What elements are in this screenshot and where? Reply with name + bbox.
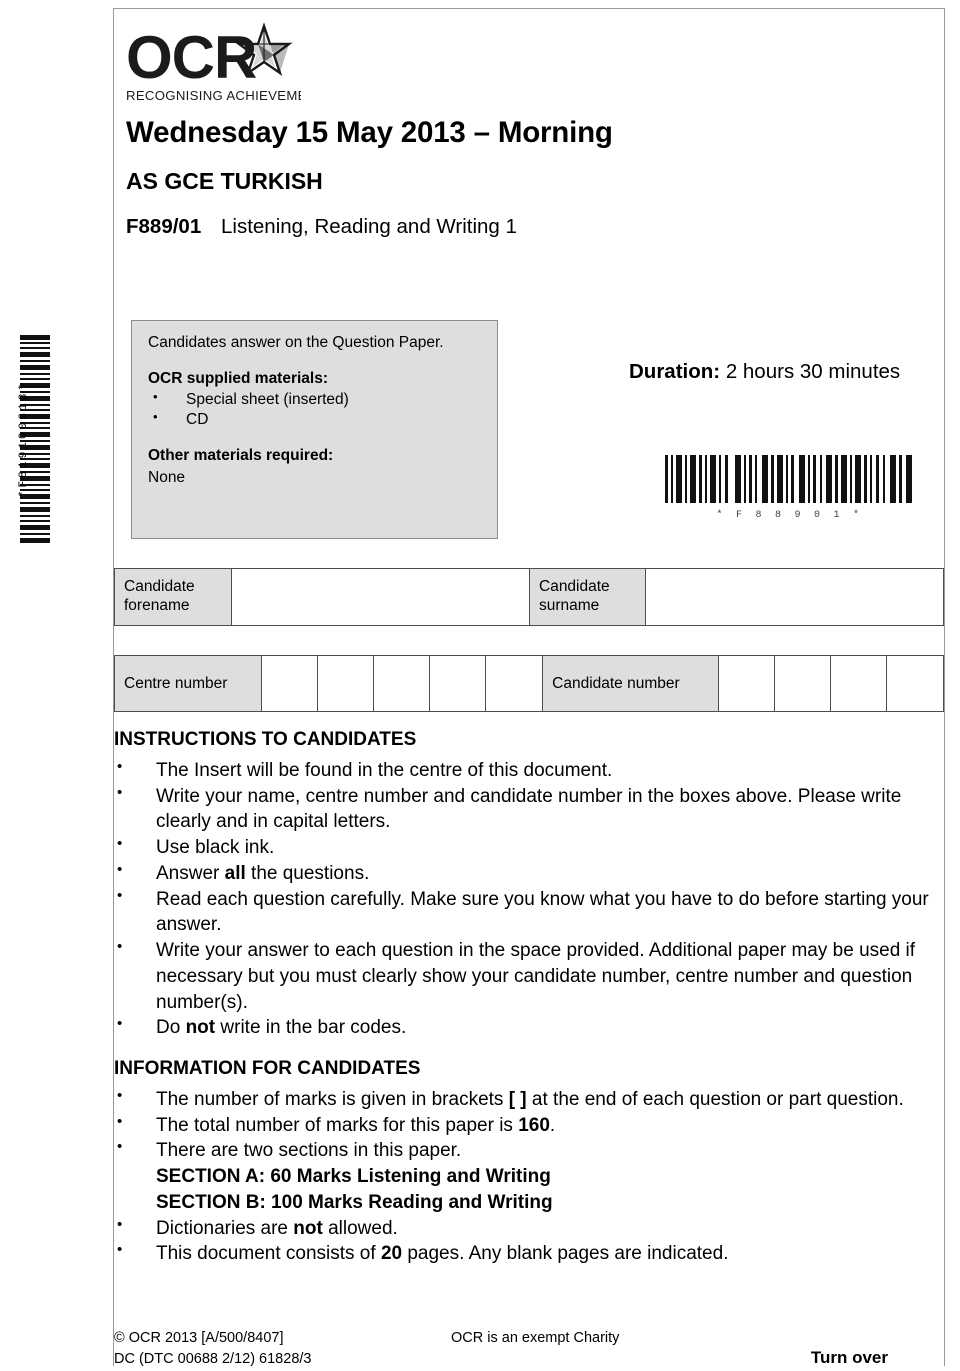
barcode-note-b: write in the bar codes.	[215, 1017, 407, 1039]
centre-number-label: Centre number	[115, 656, 263, 711]
vertical-barcode: *F819100613*	[4, 333, 50, 545]
candidate-surname-input[interactable]	[646, 569, 943, 625]
ocr-wordmark: OCR	[126, 24, 257, 91]
marks-brackets: [ ]	[508, 1089, 527, 1110]
candidate-forename-input[interactable]	[232, 569, 529, 625]
list-item: Do not write in the bar codes.	[114, 1014, 946, 1041]
list-item: The Insert will be found in the centre o…	[114, 757, 946, 784]
list-item: This document consists of 20 pages. Any …	[114, 1240, 946, 1267]
title-block: Wednesday 15 May 2013 – Morning AS GCE T…	[126, 116, 926, 239]
centre-number-digit[interactable]	[318, 656, 375, 711]
answer-on-paper-note: Candidates answer on the Question Paper.	[148, 334, 444, 351]
information-list: The number of marks is given in brackets…	[114, 1086, 946, 1267]
materials-box: Candidates answer on the Question Paper.…	[131, 320, 498, 539]
unit-title: Listening, Reading and Writing 1	[221, 214, 517, 238]
centre-number-cells	[262, 656, 543, 711]
list-item: Special sheet (inserted)	[148, 389, 483, 410]
qualification-title: AS GCE TURKISH	[126, 167, 323, 194]
list-item: The number of marks is given in brackets…	[114, 1086, 946, 1113]
section-b-line: SECTION B: 100 Marks Reading and Writing	[156, 1191, 553, 1213]
centre-number-digit[interactable]	[262, 656, 319, 711]
information-section: INFORMATION FOR CANDIDATES The number of…	[114, 1058, 946, 1267]
turn-over-label: Turn over	[810, 1348, 888, 1367]
document-code-line: DC (DTC 00688 2/12) 61828/3	[114, 1351, 312, 1368]
list-item: Write your answer to each question in th…	[114, 937, 946, 1015]
candidate-number-digit[interactable]	[775, 656, 831, 711]
list-item: Answer all the questions.	[114, 860, 946, 887]
candidate-number-digit[interactable]	[887, 656, 943, 711]
unit-code: F889/01	[126, 214, 202, 238]
section-a-line: SECTION A: 60 Marks Listening and Writin…	[156, 1166, 551, 1188]
candidate-number-label: Candidate number	[542, 656, 719, 711]
candidate-surname-label: Candidate surname	[529, 569, 646, 625]
two-sections-text: There are two sections in this paper.	[156, 1140, 462, 1162]
information-heading: INFORMATION FOR CANDIDATES	[114, 1058, 421, 1079]
vertical-barcode-text: *F819100613*	[18, 380, 30, 498]
instructions-heading: INSTRUCTIONS TO CANDIDATES	[114, 729, 417, 750]
exam-date: Wednesday 15 May 2013 – Morning	[126, 116, 613, 149]
forename-label-line2: forename	[124, 597, 190, 614]
duration-label: Duration:	[629, 360, 721, 383]
duration-value: 2 hours 30 minutes	[725, 360, 901, 383]
ocr-tagline: RECOGNISING ACHIEVEMENT	[126, 88, 301, 103]
page-count-value: 20	[380, 1243, 403, 1265]
candidate-number-row: Centre number Candidate number	[114, 655, 944, 712]
horizontal-barcode: *F88901*	[663, 455, 916, 521]
centre-number-digit[interactable]	[430, 656, 487, 711]
candidate-name-row: Candidate forename Candidate surname	[114, 568, 944, 626]
list-item: Write your name, centre number and candi…	[114, 783, 946, 835]
duration-line: Duration: 2 hours 30 minutes	[629, 360, 900, 384]
answer-all-text-a: Answer	[156, 862, 225, 884]
list-item: There are two sections in this paper. SE…	[114, 1137, 946, 1215]
instructions-list: The Insert will be found in the centre o…	[114, 757, 946, 1041]
centre-number-digit[interactable]	[486, 656, 543, 711]
total-marks-value: 160	[518, 1114, 550, 1136]
supplied-materials-heading: OCR supplied materials:	[148, 370, 329, 388]
candidate-number-cells	[719, 656, 943, 711]
charity-note: OCR is an exempt Charity	[451, 1330, 620, 1346]
candidate-number-digit[interactable]	[831, 656, 887, 711]
list-item: CD	[148, 409, 483, 430]
candidate-number-digit[interactable]	[719, 656, 775, 711]
list-item: Dictionaries are not allowed.	[114, 1215, 946, 1242]
surname-label-line1: Candidate	[539, 578, 610, 596]
other-materials-heading: Other materials required:	[148, 447, 334, 465]
horizontal-barcode-text: *F88901*	[716, 510, 873, 521]
answer-all-emphasis: all	[224, 862, 246, 884]
ocr-logo: OCR RECOGNISING ACHIEVEMENT	[126, 22, 301, 107]
barcode-note-a: Do	[156, 1017, 186, 1039]
footer-left: © OCR 2013 [A/500/8407] DC (DTC 00688 2/…	[114, 1328, 311, 1370]
barcode-note-emphasis: not	[185, 1017, 216, 1039]
horizontal-barcode-lines	[663, 455, 916, 503]
ocr-logo-graphic: OCR RECOGNISING ACHIEVEMENT	[126, 22, 301, 103]
surname-label-line2: surname	[539, 597, 600, 614]
instructions-section: INSTRUCTIONS TO CANDIDATES The Insert wi…	[114, 729, 946, 1041]
list-item: Read each question carefully. Make sure …	[114, 886, 946, 938]
dictionaries-emphasis: not	[293, 1217, 323, 1239]
copyright-line: © OCR 2013 [A/500/8407]	[114, 1330, 284, 1346]
candidate-forename-label: Candidate forename	[115, 569, 232, 625]
list-item: Use black ink.	[114, 834, 946, 861]
other-materials-value: None	[148, 468, 186, 486]
list-item: The total number of marks for this paper…	[114, 1112, 946, 1139]
answer-all-text-b: the questions.	[245, 862, 370, 884]
centre-number-digit[interactable]	[374, 656, 431, 711]
unit-line: F889/01 Listening, Reading and Writing 1	[126, 215, 926, 239]
supplied-materials-list: Special sheet (inserted) CD	[148, 389, 483, 430]
forename-label-line1: Candidate	[124, 578, 195, 596]
